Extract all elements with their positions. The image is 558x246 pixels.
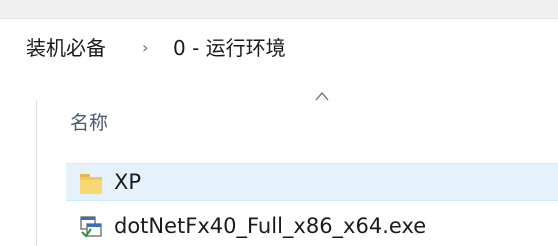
ribbon-bottom-strip [0, 0, 558, 19]
item-name: dotNetFx40_Full_x86_x64.exe [114, 214, 427, 238]
breadcrumb-current[interactable]: 0 - 运行环境 [173, 36, 286, 60]
breadcrumb-root[interactable]: 装机必备 [26, 36, 106, 60]
list-item-file[interactable]: dotNetFx40_Full_x86_x64.exe [66, 205, 558, 245]
installer-exe-icon [80, 216, 102, 238]
list-item-folder[interactable]: XP [66, 163, 558, 201]
navigation-pane-divider[interactable] [36, 100, 37, 246]
folder-icon [80, 174, 102, 194]
address-bar[interactable]: 装机必备 › 0 - 运行环境 [0, 19, 558, 77]
file-explorer-window: 装机必备 › 0 - 运行环境 名称 XP dotNetFx40_Full_x8… [0, 0, 558, 246]
sort-ascending-icon [315, 91, 329, 101]
item-name: XP [114, 170, 142, 194]
breadcrumb-chevron-icon[interactable]: › [142, 38, 148, 58]
column-header-name[interactable]: 名称 [70, 111, 108, 135]
